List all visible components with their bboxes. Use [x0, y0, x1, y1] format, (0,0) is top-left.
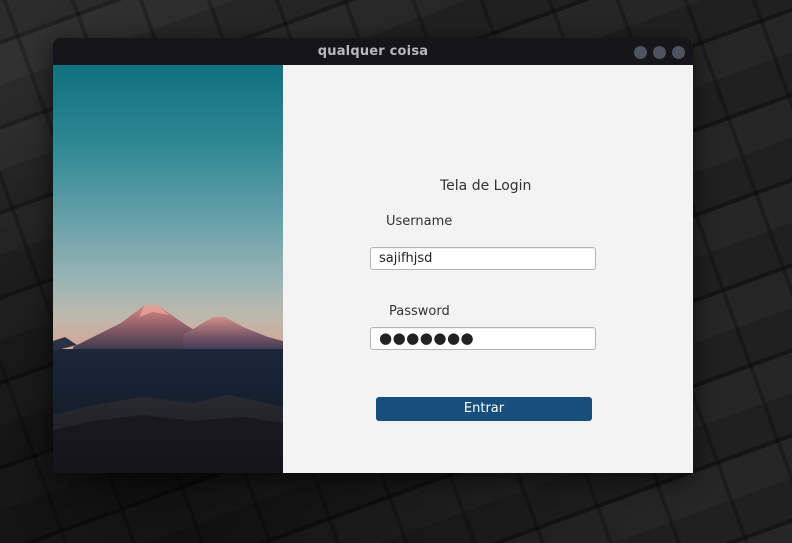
login-form: Tela de Login Username sajifhjsd Passwor… [283, 65, 693, 473]
username-input[interactable]: sajifhjsd [370, 247, 596, 270]
minimize-button[interactable] [634, 46, 647, 59]
mountain-illustration [53, 305, 283, 473]
close-button[interactable] [672, 46, 685, 59]
username-label: Username [386, 214, 453, 229]
maximize-button[interactable] [653, 46, 666, 59]
password-label: Password [389, 304, 450, 319]
password-masked-value: ●●●●●●● [379, 329, 475, 347]
login-button[interactable]: Entrar [376, 397, 592, 421]
username-value: sajifhjsd [379, 251, 433, 266]
login-window: qualquer coisa Tela de Login Username sa… [53, 38, 693, 473]
window-titlebar[interactable]: qualquer coisa [53, 38, 693, 66]
form-heading: Tela de Login [440, 178, 532, 194]
mountain-landscape-image [53, 65, 283, 473]
window-title: qualquer coisa [317, 44, 429, 59]
password-input[interactable]: ●●●●●●● [370, 327, 596, 350]
